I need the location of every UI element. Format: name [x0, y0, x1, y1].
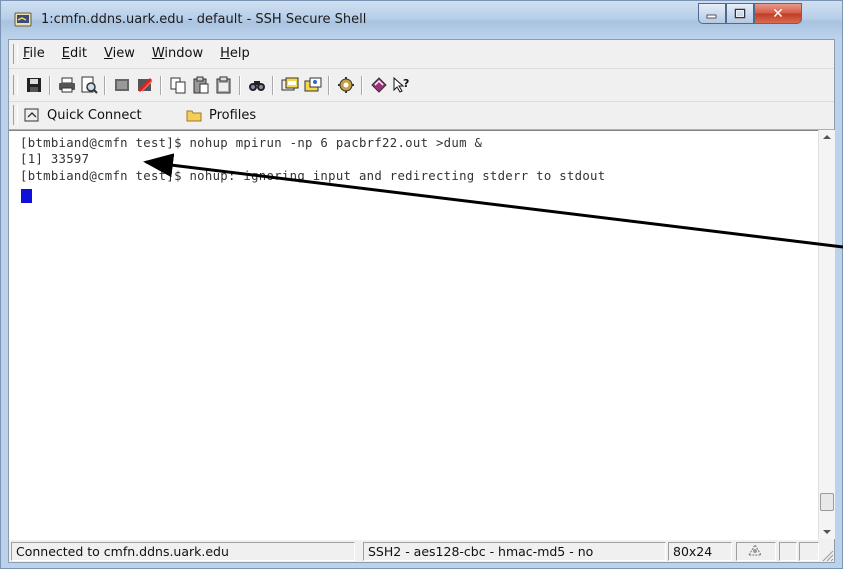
profile-settings-icon[interactable]	[304, 76, 322, 94]
menu-view[interactable]: View	[104, 46, 135, 61]
disconnect-icon[interactable]	[136, 76, 154, 94]
menu-edit[interactable]: Edit	[62, 46, 87, 61]
quick-connect-button[interactable]: Quick Connect	[24, 105, 142, 125]
menu-file[interactable]: File	[23, 46, 45, 61]
sftp-icon[interactable]	[337, 76, 355, 94]
new-terminal-icon[interactable]	[113, 76, 131, 94]
status-extra-2	[799, 542, 819, 561]
context-help-icon[interactable]: ?	[392, 76, 410, 94]
scroll-down-arrow-icon[interactable]	[823, 530, 831, 534]
terminal-line-3: [btmbiand@cmfn test]$ nohup: ignoring in…	[20, 169, 606, 183]
close-button[interactable]: ✕	[754, 3, 802, 24]
vertical-scrollbar[interactable]	[818, 130, 835, 539]
menu-help[interactable]: Help	[220, 46, 250, 61]
title-bar[interactable]: 1:cmfn.ddns.uark.edu - default - SSH Sec…	[1, 1, 842, 39]
ssh-window: 1:cmfn.ddns.uark.edu - default - SSH Sec…	[0, 0, 843, 569]
status-activity	[736, 542, 776, 561]
paste-icon[interactable]	[192, 76, 210, 94]
minimize-button[interactable]	[698, 3, 726, 24]
close-icon: ✕	[772, 5, 784, 22]
ssh-app-icon	[14, 12, 32, 27]
status-cipher: SSH2 - aes128-cbc - hmac-md5 - no	[363, 542, 666, 561]
settings-icon[interactable]	[281, 76, 299, 94]
svg-text:?: ?	[403, 77, 409, 90]
copy-icon[interactable]	[169, 76, 187, 94]
quick-connect-icon	[24, 108, 39, 122]
menu-bar: File Edit View Window Help	[9, 40, 834, 69]
save-icon[interactable]	[25, 76, 43, 94]
profiles-button[interactable]: Profiles	[186, 105, 256, 125]
status-terminal-size: 80x24	[668, 542, 732, 561]
quick-connect-bar: Quick Connect Profiles	[9, 102, 834, 130]
help-topics-icon[interactable]	[370, 76, 388, 94]
find-icon[interactable]	[248, 76, 266, 94]
menubar-grip[interactable]	[13, 44, 18, 64]
toolbar: ?	[9, 69, 834, 102]
quickbar-grip[interactable]	[13, 105, 18, 125]
maximize-icon	[734, 8, 746, 19]
client-area: File Edit View Window Help ? Quick Conne…	[8, 39, 835, 563]
terminal-line-1: [btmbiand@cmfn test]$ nohup mpirun -np 6…	[20, 136, 483, 150]
caption-buttons: ✕	[698, 3, 802, 25]
menu-window[interactable]: Window	[152, 46, 203, 61]
folder-icon	[186, 110, 202, 122]
minimize-icon	[706, 14, 717, 18]
status-bar: Connected to cmfn.ddns.uark.edu SSH2 - a…	[9, 540, 834, 562]
paste-alt-icon[interactable]	[215, 76, 233, 94]
toolbar-grip[interactable]	[13, 75, 18, 95]
terminal-cursor	[21, 189, 32, 203]
scroll-up-arrow-icon[interactable]	[823, 135, 831, 139]
print-icon[interactable]	[58, 76, 76, 94]
print-preview-icon[interactable]	[80, 76, 98, 94]
status-extra-1	[779, 542, 797, 561]
status-connection: Connected to cmfn.ddns.uark.edu	[11, 542, 355, 561]
terminal-line-2: [1] 33597	[20, 152, 90, 166]
network-activity-icon	[748, 544, 762, 556]
profiles-label: Profiles	[209, 107, 257, 123]
scroll-thumb[interactable]	[820, 493, 834, 511]
resize-grip-icon[interactable]	[820, 548, 834, 562]
window-title: 1:cmfn.ddns.uark.edu - default - SSH Sec…	[41, 12, 367, 27]
terminal-area[interactable]: [btmbiand@cmfn test]$ nohup mpirun -np 6…	[9, 130, 818, 540]
maximize-button[interactable]	[726, 3, 754, 24]
quick-connect-label: Quick Connect	[47, 107, 142, 123]
menu-items: File Edit View Window Help	[23, 46, 267, 61]
